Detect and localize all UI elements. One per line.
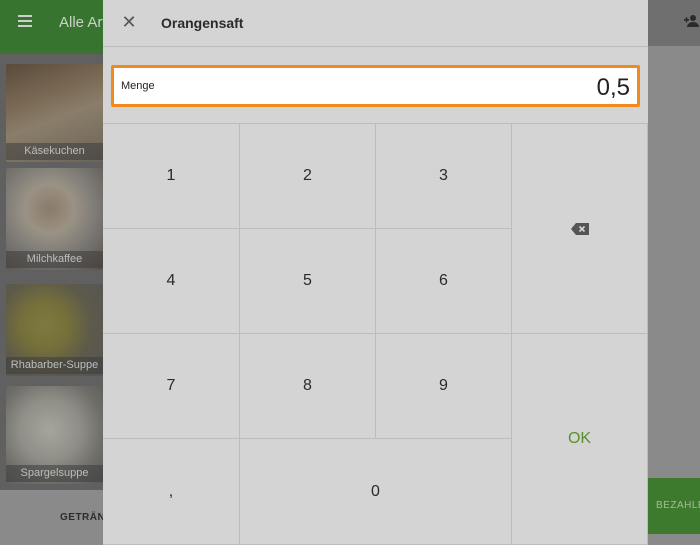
- menu-icon[interactable]: [18, 15, 32, 27]
- key-7[interactable]: 7: [103, 334, 240, 439]
- quantity-value: 0,5: [596, 74, 630, 101]
- product-tile[interactable]: Milchkaffee: [6, 168, 103, 270]
- add-user-icon[interactable]: [684, 14, 700, 30]
- key-8[interactable]: 8: [240, 334, 376, 439]
- key-0[interactable]: 0: [240, 439, 512, 545]
- product-tile[interactable]: Spargelsuppe: [6, 386, 103, 484]
- key-9[interactable]: 9: [376, 334, 512, 439]
- quantity-field[interactable]: Menge 0,5: [111, 65, 640, 107]
- key-1[interactable]: 1: [103, 124, 240, 229]
- dialog-header: ✕ Orangensaft: [103, 0, 648, 47]
- product-tile[interactable]: Rhabarber-Suppe: [6, 284, 103, 376]
- key-2[interactable]: 2: [240, 124, 376, 229]
- backspace-icon: [570, 222, 589, 235]
- close-icon[interactable]: ✕: [119, 12, 139, 32]
- key-4[interactable]: 4: [103, 229, 240, 334]
- key-comma[interactable]: ,: [103, 439, 240, 545]
- dialog-title: Orangensaft: [161, 15, 244, 31]
- pay-button[interactable]: BEZAHLEN: [648, 478, 700, 534]
- product-label: Käsekuchen: [6, 143, 103, 160]
- product-label: Rhabarber-Suppe: [6, 357, 103, 374]
- ok-button[interactable]: OK: [512, 334, 648, 545]
- numeric-keypad: 1 2 3 4 5 6 7 8 9 , 0 OK: [103, 123, 648, 545]
- product-sidebar: Käsekuchen Milchkaffee Rhabarber-Suppe S…: [0, 54, 103, 490]
- product-tile[interactable]: Käsekuchen: [6, 64, 103, 162]
- quantity-label: Menge: [121, 80, 155, 92]
- pay-button-label: BEZAHLEN: [656, 500, 700, 511]
- quantity-dialog: ✕ Orangensaft Menge 0,5 1 2 3 4 5 6 7 8 …: [103, 0, 648, 545]
- key-3[interactable]: 3: [376, 124, 512, 229]
- key-5[interactable]: 5: [240, 229, 376, 334]
- product-label: Milchkaffee: [6, 251, 103, 268]
- product-label: Spargelsuppe: [6, 465, 103, 482]
- key-6[interactable]: 6: [376, 229, 512, 334]
- backspace-button[interactable]: [512, 124, 648, 334]
